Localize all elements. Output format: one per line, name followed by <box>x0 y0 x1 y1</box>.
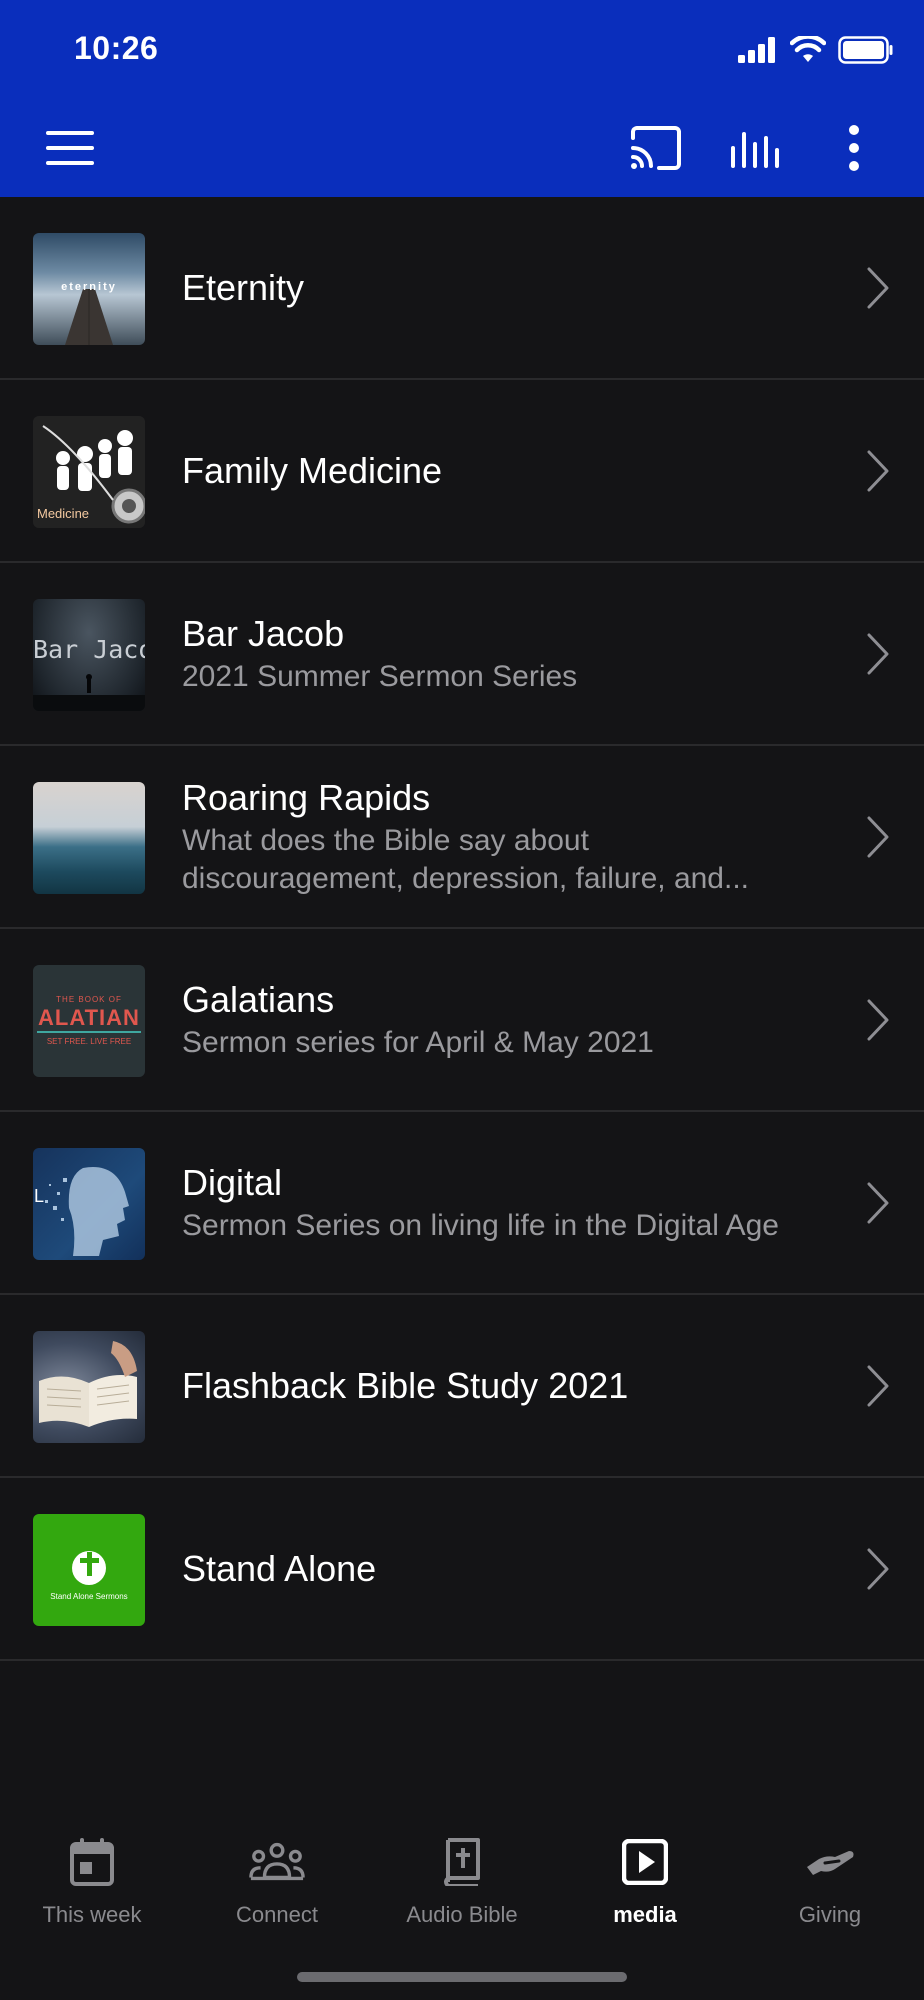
giving-hand-icon <box>807 1851 854 1875</box>
tab-label: This week <box>42 1902 142 1927</box>
tab-label: media <box>613 1902 677 1927</box>
more-button[interactable] <box>818 112 890 184</box>
more-vertical-icon <box>849 125 859 171</box>
now-playing-button[interactable] <box>719 112 791 184</box>
chevron-right-icon <box>867 1365 889 1406</box>
chevron-right-icon <box>867 1548 889 1589</box>
play-icon <box>622 1839 668 1885</box>
series-title: Bar Jacob <box>182 612 345 654</box>
cast-icon <box>631 126 681 170</box>
list-item-roaring-rapids[interactable]: Roaring Rapids What does the Bible say a… <box>0 746 924 929</box>
list-item-family-medicine[interactable]: Medicine Family Medicine <box>0 380 924 563</box>
signal-icon <box>738 37 775 63</box>
tab-audio-bible[interactable]: Audio Bible <box>370 1810 554 1950</box>
series-thumbnail: L <box>33 1148 145 1260</box>
series-title: Digital <box>182 1161 283 1203</box>
series-thumbnail <box>33 1331 145 1443</box>
series-title: Galatians <box>182 978 335 1020</box>
series-thumbnail: THE BOOK OF ALATIAN SET FREE. LIVE FREE <box>33 965 145 1077</box>
list-item-stand-alone[interactable]: Stand Alone Sermons Stand Alone <box>0 1478 924 1661</box>
series-thumbnail: Stand Alone Sermons <box>33 1514 145 1626</box>
list-item-bar-jacob[interactable]: Bar Jacob Bar Jacob 2021 Summer Sermon S… <box>0 563 924 746</box>
chevron-right-icon <box>867 450 889 491</box>
series-title: Eternity <box>182 266 305 308</box>
series-thumbnail: eternity <box>33 233 145 345</box>
status-icons <box>738 36 894 64</box>
chevron-right-icon <box>867 999 889 1040</box>
tab-giving[interactable]: Giving <box>738 1810 922 1950</box>
series-title: Flashback Bible Study 2021 <box>182 1364 629 1406</box>
list-item-flashback-bible-study[interactable]: Flashback Bible Study 2021 <box>0 1295 924 1478</box>
bible-icon <box>444 1838 480 1886</box>
chevron-right-icon <box>867 633 889 674</box>
series-thumbnail: Medicine <box>33 416 145 528</box>
wifi-icon <box>790 36 826 62</box>
series-subtitle: 2021 Summer Sermon Series <box>182 659 578 693</box>
cast-button[interactable] <box>620 112 692 184</box>
series-subtitle: Sermon series for April & May 2021 <box>182 1025 654 1059</box>
list-item-galatians[interactable]: THE BOOK OF ALATIAN SET FREE. LIVE FREE … <box>0 929 924 1112</box>
tab-label: Connect <box>236 1902 318 1927</box>
list-item-digital[interactable]: L Digital Sermon Series on living life i… <box>0 1112 924 1295</box>
series-title: Family Medicine <box>182 449 443 491</box>
tab-this-week[interactable]: This week <box>0 1810 184 1950</box>
series-title: Stand Alone <box>182 1547 377 1589</box>
tab-label: Giving <box>798 1902 862 1927</box>
series-title: Roaring Rapids <box>182 776 431 818</box>
series-subtitle: What does the Bible say about discourage… <box>182 823 749 895</box>
series-subtitle: Sermon Series on living life in the Digi… <box>182 1208 779 1242</box>
tab-connect[interactable]: Connect <box>185 1810 369 1950</box>
people-icon <box>249 1842 305 1881</box>
hamburger-icon <box>46 131 94 165</box>
battery-icon <box>838 36 893 64</box>
chevron-right-icon <box>867 1182 889 1223</box>
chevron-right-icon <box>867 816 889 857</box>
series-thumbnail <box>33 782 145 894</box>
menu-button[interactable] <box>34 112 106 184</box>
media-series-list: eternity Eternity Medicine Family Medici… <box>0 197 924 1661</box>
calendar-icon <box>70 1838 114 1886</box>
equalizer-icon <box>731 132 779 168</box>
chevron-right-icon <box>867 267 889 308</box>
tab-label: Audio Bible <box>406 1902 518 1927</box>
home-indicator[interactable] <box>297 1972 627 1982</box>
list-item-eternity[interactable]: eternity Eternity <box>0 197 924 380</box>
app-header: 10:26 <box>0 0 924 197</box>
series-thumbnail: Bar Jacob <box>33 599 145 711</box>
status-time: 10:26 <box>74 30 159 66</box>
tab-media[interactable]: media <box>553 1810 737 1950</box>
